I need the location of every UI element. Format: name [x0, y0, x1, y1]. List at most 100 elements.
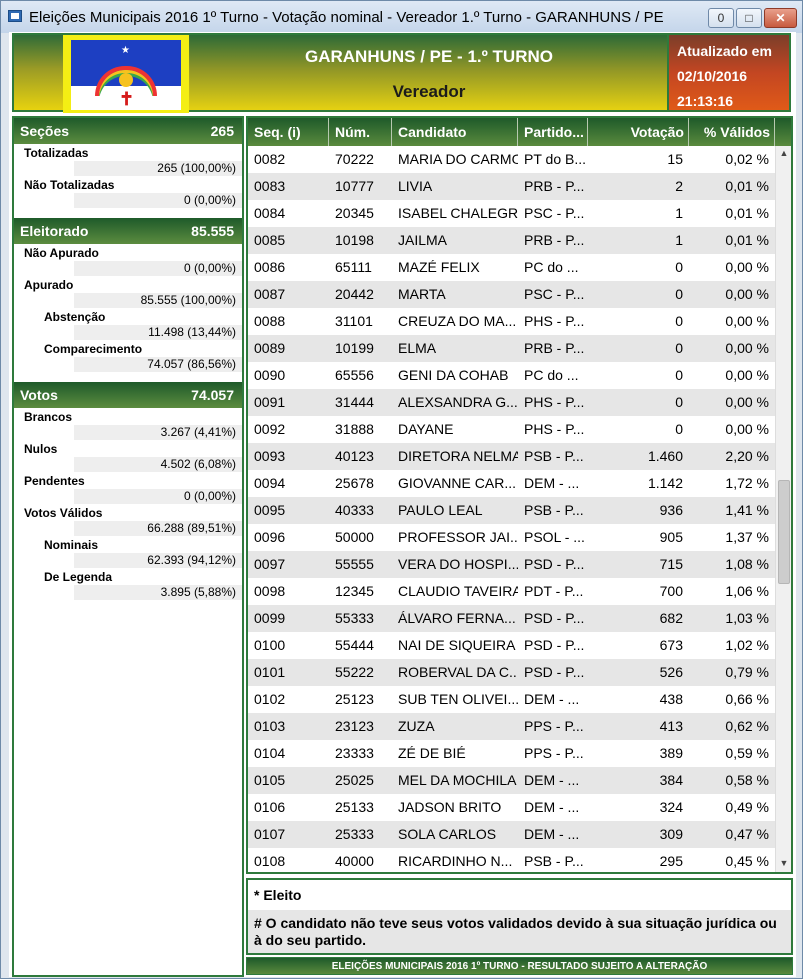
- table-row[interactable]: 0099 55333 ÁLVARO FERNA... PSD - P... 682 1,0…: [248, 605, 775, 632]
- minimize-button[interactable]: 0: [708, 8, 734, 28]
- table-row[interactable]: 0084 20345 ISABEL CHALEGRA PSC - P... 1 0,01 …: [248, 200, 775, 227]
- cell-seq: 0092: [254, 421, 286, 437]
- table-row[interactable]: 0095 40333 PAULO LEAL PSB - P... 936 1,41 %: [248, 497, 775, 524]
- summary-row: Brancos 3.267 (4,41%): [14, 408, 242, 440]
- cell-seq: 0103: [254, 718, 286, 734]
- table-row[interactable]: 0082 70222 MARIA DO CARMO PT do B... 15 0,02 …: [248, 146, 775, 173]
- cell-candidato: GENI DA COHAB: [398, 367, 509, 383]
- scroll-up-icon[interactable]: ▲: [776, 148, 791, 162]
- scroll-thumb[interactable]: [778, 480, 790, 584]
- cell-num: 25025: [335, 772, 374, 788]
- column-header-votacao[interactable]: Votação: [588, 118, 689, 146]
- table-row[interactable]: 0105 25025 MEL DA MOCHILA DEM - ... 384 0,58 …: [248, 767, 775, 794]
- table-row[interactable]: 0089 10199 ELMA PRB - P... 0 0,00 %: [248, 335, 775, 362]
- cell-partido: DEM - ...: [524, 799, 580, 815]
- column-header-partido[interactable]: Partido...: [518, 118, 588, 146]
- header-banner: ★ ✝ GARANHUNS / PE - 1.º TURNO Vereador: [12, 33, 672, 113]
- table-row[interactable]: 0094 25678 GIOVANNE CAR... DEM - ... 1.142 1,…: [248, 470, 775, 497]
- table-row[interactable]: 0100 55444 NAI DE SIQUEIRA PSD - P... 673 1,0…: [248, 632, 775, 659]
- title-bar[interactable]: Eleições Municipais 2016 1º Turno - Vota…: [1, 1, 802, 33]
- secoes-section: Seções 265 Totalizadas 265 (100,00%) Não…: [14, 118, 242, 208]
- table-row[interactable]: 0104 23333 ZÉ DE BIÉ PPS - P... 389 0,59 %: [248, 740, 775, 767]
- table-row[interactable]: 0093 40123 DIRETORA NELMA PSB - P... 1.460 2,…: [248, 443, 775, 470]
- cell-votacao: 905: [659, 529, 683, 545]
- eleitorado-header: Eleitorado 85.555: [14, 218, 242, 244]
- table-row[interactable]: 0102 25123 SUB TEN OLIVEI... DEM - ... 438 0,…: [248, 686, 775, 713]
- cell-num: 10777: [335, 178, 374, 194]
- cell-votacao: 2: [675, 178, 683, 194]
- close-icon: ✕: [775, 11, 786, 25]
- column-header-candidato[interactable]: Candidato: [392, 118, 518, 146]
- cell-validos: 1,06 %: [725, 583, 769, 599]
- cell-seq: 0104: [254, 745, 286, 761]
- cell-seq: 0091: [254, 394, 286, 410]
- summary-label: Comparecimento: [44, 342, 143, 356]
- table-row[interactable]: 0108 40000 RICARDINHO N... PSB - P... 295 0,4…: [248, 848, 775, 872]
- cell-seq: 0086: [254, 259, 286, 275]
- vertical-scrollbar[interactable]: ▲ ▼: [775, 146, 791, 872]
- cell-votacao: 700: [659, 583, 683, 599]
- close-button[interactable]: ✕: [764, 8, 797, 28]
- table-row[interactable]: 0107 25333 SOLA CARLOS DEM - ... 309 0,47 %: [248, 821, 775, 848]
- cell-partido: DEM - ...: [524, 826, 580, 842]
- table-row[interactable]: 0091 31444 ALEXSANDRA G... PHS - P... 0 0,00 …: [248, 389, 775, 416]
- column-header-num[interactable]: Núm.: [329, 118, 392, 146]
- table-row[interactable]: 0086 65111 MAZÉ FELIX PC do ... 0 0,00 %: [248, 254, 775, 281]
- cell-validos: 0,01 %: [725, 205, 769, 221]
- pernambuco-flag-icon: ★ ✝: [63, 35, 189, 113]
- cell-seq: 0101: [254, 664, 286, 680]
- cell-candidato: PAULO LEAL: [398, 502, 483, 518]
- summary-value: 74.057 (86,56%): [74, 357, 242, 372]
- cell-num: 25333: [335, 826, 374, 842]
- summary-label: Nominais: [44, 538, 99, 552]
- cell-votacao: 413: [659, 718, 683, 734]
- summary-label: Nulos: [24, 442, 58, 456]
- cell-candidato: JADSON BRITO: [398, 799, 502, 815]
- column-header-validos[interactable]: % Válidos: [689, 118, 775, 146]
- cell-seq: 0082: [254, 151, 286, 167]
- cell-partido: DEM - ...: [524, 475, 580, 491]
- note-situacao-juridica: # O candidato não teve seus votos valida…: [248, 910, 791, 953]
- scroll-down-icon[interactable]: ▼: [776, 858, 791, 872]
- table-row[interactable]: 0097 55555 VERA DO HOSPI... PSD - P... 715 1,…: [248, 551, 775, 578]
- table-row[interactable]: 0090 65556 GENI DA COHAB PC do ... 0 0,00 %: [248, 362, 775, 389]
- cell-validos: 0,79 %: [725, 664, 769, 680]
- cell-candidato: JAILMA: [398, 232, 448, 248]
- summary-value: 3.895 (5,88%): [74, 585, 242, 600]
- cell-seq: 0087: [254, 286, 286, 302]
- cell-candidato: ZUZA: [398, 718, 435, 734]
- cell-seq: 0090: [254, 367, 286, 383]
- page-title: GARANHUNS / PE - 1.º TURNO: [304, 47, 553, 66]
- cell-votacao: 309: [659, 826, 683, 842]
- cell-candidato: ISABEL CHALEGRA: [398, 205, 518, 221]
- table-row[interactable]: 0092 31888 DAYANE PHS - P... 0 0,00 %: [248, 416, 775, 443]
- page-subtitle: Vereador: [392, 82, 466, 101]
- table-row[interactable]: 0083 10777 LIVIA PRB - P... 2 0,01 %: [248, 173, 775, 200]
- table-row[interactable]: 0088 31101 CREUZA DO MA... PHS - P... 0 0,00 …: [248, 308, 775, 335]
- cell-partido: PSD - P...: [524, 637, 585, 653]
- results-table: Seq. (i) Núm. Candidato Partido... Votaç…: [246, 116, 793, 874]
- table-row[interactable]: 0106 25133 JADSON BRITO DEM - ... 324 0,49 %: [248, 794, 775, 821]
- table-row[interactable]: 0096 50000 PROFESSOR JAI... PSOL - ... 905 1,…: [248, 524, 775, 551]
- cell-candidato: SOLA CARLOS: [398, 826, 497, 842]
- cell-seq: 0096: [254, 529, 286, 545]
- table-row[interactable]: 0101 55222 ROBERVAL DA C... PSD - P... 526 0,…: [248, 659, 775, 686]
- table-row[interactable]: 0087 20442 MARTA PSC - P... 0 0,00 %: [248, 281, 775, 308]
- cell-validos: 0,02 %: [725, 151, 769, 167]
- summary-value: 11.498 (13,44%): [74, 325, 242, 340]
- cell-candidato: ZÉ DE BIÉ: [398, 745, 466, 761]
- cell-partido: PRB - P...: [524, 232, 585, 248]
- votos-header: Votos 74.057: [14, 382, 242, 408]
- summary-value: 4.502 (6,08%): [74, 457, 242, 472]
- cell-partido: PSB - P...: [524, 853, 584, 869]
- cell-candidato: MEL DA MOCHILA: [398, 772, 517, 788]
- column-header-seq[interactable]: Seq. (i): [248, 118, 329, 146]
- cell-votacao: 324: [659, 799, 683, 815]
- cell-validos: 1,03 %: [725, 610, 769, 626]
- maximize-button[interactable]: □: [736, 8, 762, 28]
- cell-validos: 0,00 %: [725, 286, 769, 302]
- table-row[interactable]: 0085 10198 JAILMA PRB - P... 1 0,01 %: [248, 227, 775, 254]
- cell-votacao: 1: [675, 232, 683, 248]
- table-row[interactable]: 0098 12345 CLAUDIO TAVEIRA PDT - P... 700 1,0…: [248, 578, 775, 605]
- table-row[interactable]: 0103 23123 ZUZA PPS - P... 413 0,62 %: [248, 713, 775, 740]
